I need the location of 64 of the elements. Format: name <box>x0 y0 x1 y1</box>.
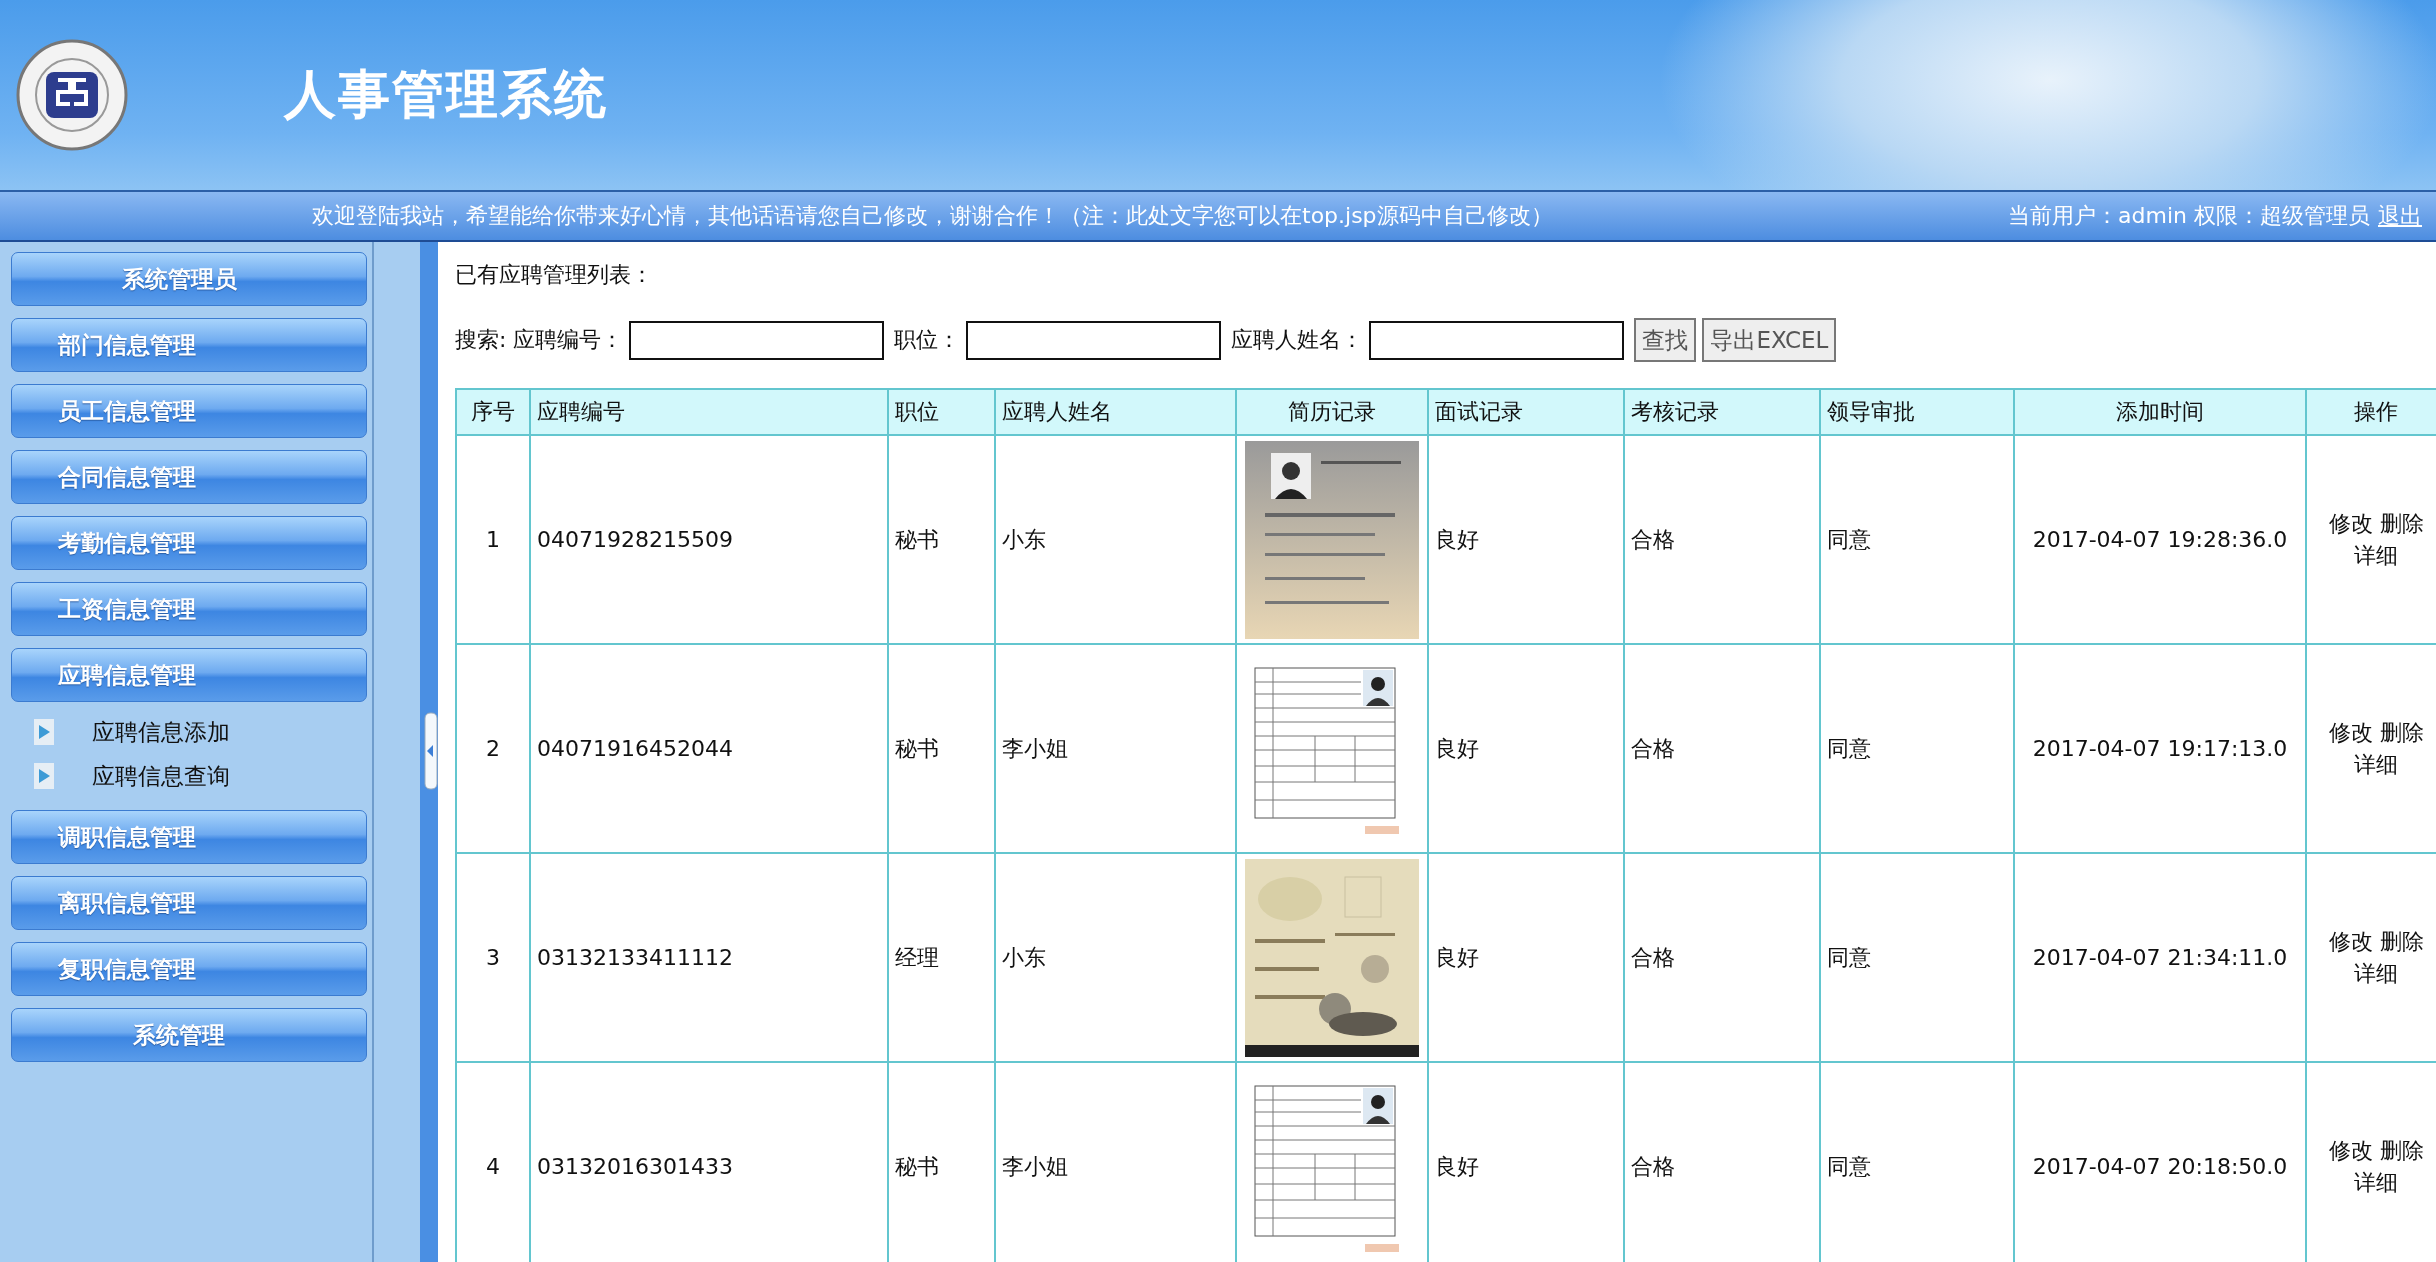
table-cell: 良好 <box>1428 853 1624 1062</box>
table-cell: 良好 <box>1428 435 1624 644</box>
table-cell: 小东 <box>995 435 1236 644</box>
table-cell: 经理 <box>888 853 995 1062</box>
action-link[interactable]: 修改 <box>2328 928 2373 954</box>
search-field[interactable] <box>966 320 1222 360</box>
table-cell: 良好 <box>1428 644 1624 853</box>
search-button[interactable]: 查找 <box>1634 318 1697 362</box>
play-icon <box>34 763 54 789</box>
table-cell: 同意 <box>1820 435 2014 644</box>
action-link[interactable]: 详细 <box>2354 542 2398 568</box>
table-cell: 2 <box>456 644 530 853</box>
table-cell: 秘书 <box>888 644 995 853</box>
search-field[interactable] <box>629 320 885 360</box>
action-link[interactable]: 修改 <box>2328 1137 2373 1163</box>
table-cell: 小东 <box>995 853 1236 1062</box>
field-label: 应聘人姓名： <box>1231 326 1364 354</box>
table-cell: 合格 <box>1624 435 1820 644</box>
table-cell: 李小姐 <box>995 644 1236 853</box>
table-cell: 2017-04-07 21:34:11.0 <box>2014 853 2306 1062</box>
action-link[interactable]: 修改 <box>2328 510 2373 536</box>
action-link[interactable]: 删除 <box>2379 1137 2424 1163</box>
column-header: 考核记录 <box>1624 389 1820 435</box>
field-label: 职位： <box>894 326 961 354</box>
column-header: 职位 <box>888 389 995 435</box>
table-cell: 2017-04-07 19:17:13.0 <box>2014 644 2306 853</box>
action-link[interactable]: 详细 <box>2354 1169 2398 1195</box>
action-link[interactable]: 删除 <box>2379 928 2424 954</box>
table-cell: 合格 <box>1624 644 1820 853</box>
app-title: 人事管理系统 <box>284 63 608 126</box>
table-cell: 3 <box>456 853 530 1062</box>
submenu-item[interactable]: 应聘信息添加 <box>92 716 230 748</box>
play-icon <box>34 719 54 745</box>
table-cell: 03132133411112 <box>530 853 888 1062</box>
table-cell: 04071928215509 <box>530 435 888 644</box>
column-header: 简历记录 <box>1236 389 1428 435</box>
column-header: 领导审批 <box>1820 389 2014 435</box>
action-link[interactable]: 详细 <box>2354 960 2398 986</box>
collapse-handle[interactable] <box>424 712 438 790</box>
list-heading: 已有应聘管理列表： <box>455 262 653 287</box>
column-header: 应聘编号 <box>530 389 888 435</box>
column-header: 序号 <box>456 389 530 435</box>
action-link[interactable]: 删除 <box>2379 510 2424 536</box>
table-cell: 4 <box>456 1062 530 1262</box>
action-link[interactable]: 删除 <box>2379 719 2424 745</box>
table-cell: 秘书 <box>888 435 995 644</box>
table-cell: 1 <box>456 435 530 644</box>
column-header: 应聘人姓名 <box>995 389 1236 435</box>
column-header: 操作 <box>2306 389 2436 435</box>
search-field[interactable] <box>1369 320 1625 360</box>
field-label: 搜索: 应聘编号： <box>455 326 624 354</box>
user-info: 当前用户：admin 权限：超级管理员 <box>2008 202 2370 230</box>
column-header: 添加时间 <box>2014 389 2306 435</box>
action-link[interactable]: 详细 <box>2354 751 2398 777</box>
table-cell: 2017-04-07 19:28:36.0 <box>2014 435 2306 644</box>
table-cell: 同意 <box>1820 644 2014 853</box>
table-cell: 同意 <box>1820 853 2014 1062</box>
welcome-message: 欢迎登陆我站，希望能给你带来好心情，其他话语请您自己修改，谢谢合作！（注：此处文字您可以在top.jsp源码中自己修改） <box>312 202 1553 230</box>
submenu-item[interactable]: 应聘信息查询 <box>92 760 230 792</box>
column-header: 面试记录 <box>1428 389 1624 435</box>
table-cell: 合格 <box>1624 853 1820 1062</box>
action-link[interactable]: 修改 <box>2328 719 2373 745</box>
table-cell: 04071916452044 <box>530 644 888 853</box>
search-button[interactable]: 导出EXCEL <box>1702 318 1837 362</box>
